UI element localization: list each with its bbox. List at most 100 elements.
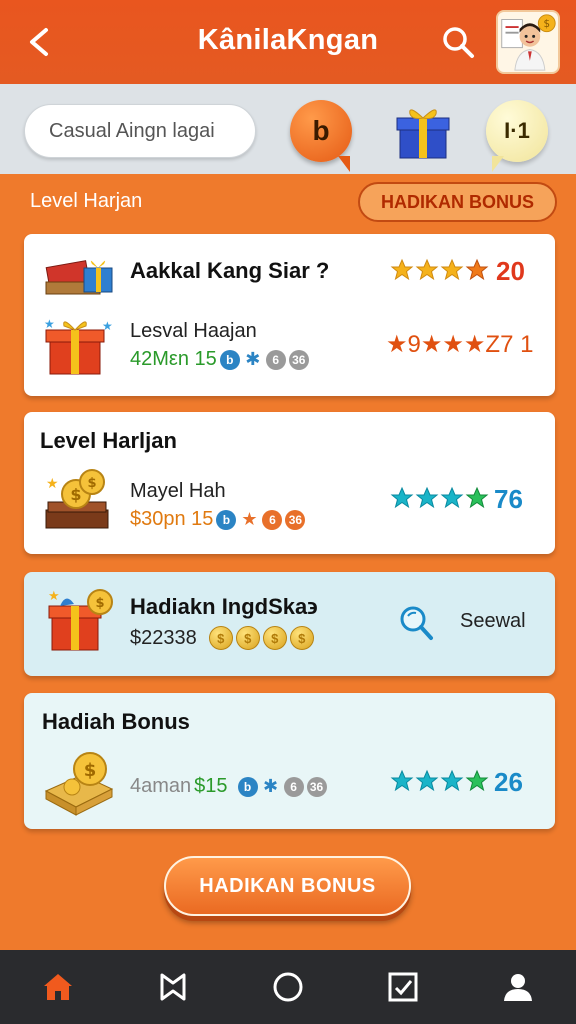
card1-subtitle: Lesval Haajan <box>130 320 257 342</box>
star-badge-icon: ✱ <box>262 776 279 796</box>
nav-tasks[interactable] <box>373 957 433 1017</box>
search-icon[interactable] <box>398 604 434 642</box>
card3-title: Hadiakn IngdSka϶ <box>130 594 318 619</box>
star-icon <box>415 486 439 509</box>
coin-stack-icon: $ <box>44 752 114 816</box>
search-icon <box>443 27 474 58</box>
gift-icon: ★ ★ <box>44 317 113 375</box>
six-badge-icon: 6 <box>262 509 283 530</box>
cta-label: HADIKAN BONUS <box>199 874 376 897</box>
card1-stars <box>390 258 489 282</box>
star-icon <box>415 258 439 281</box>
app-title: KânilaKngan <box>197 24 379 56</box>
search-button[interactable] <box>440 24 476 60</box>
reward-card-2[interactable]: Level Harljan $ $ ★ Mayel Hah $30pn 15 b… <box>24 412 555 554</box>
reward-card-3[interactable]: $ ★ Hadiakn IngdSka϶ $22338 $ $ $ $ Seew… <box>24 572 555 676</box>
user-avatar[interactable]: $ <box>496 10 560 74</box>
card2-detail: $30pn 15 <box>130 508 214 530</box>
star-icon <box>465 486 489 509</box>
reward-card-4[interactable]: Hadiah Bonus $ 4aman $15 b ✱ 6 36 26 <box>24 693 555 829</box>
coin-icon: $ <box>235 626 260 650</box>
b-badge-icon: b <box>237 776 258 797</box>
app-header: KânilaKngan $ <box>0 0 576 84</box>
gift-coins-icon: $ ★ <box>48 589 113 651</box>
card4-score: 26 <box>494 767 523 797</box>
svg-text:$: $ <box>95 596 104 611</box>
card2-detail-row: $30pn 15 b ★ 6 36 <box>130 508 306 531</box>
nav-home[interactable] <box>28 957 88 1017</box>
gift-box-icon <box>45 260 113 295</box>
nav-profile[interactable] <box>488 957 548 1017</box>
card4-title: Hadiah Bonus <box>42 709 190 734</box>
user-avatar-icon: $ <box>501 14 556 71</box>
six-badge-icon: 6 <box>283 776 304 797</box>
b-badge-icon: b <box>219 349 240 370</box>
card2-subtitle: Mayel Hah <box>130 480 226 502</box>
card1-title: Aakkal Kang Siar ? <box>130 258 330 283</box>
bubble-level-label: I·1 <box>504 118 530 143</box>
hadikan-bonus-pill[interactable]: HADIKAN BONUS <box>358 182 557 222</box>
bottom-nav <box>0 950 576 1024</box>
card1-detail: 42Mεn 15 <box>130 348 217 370</box>
section-label: Level Harjan <box>30 190 143 212</box>
hadikan-bonus-button[interactable]: HADIKAN BONUS <box>164 856 411 916</box>
star-badge-icon: ✱ <box>245 349 261 369</box>
star-icon <box>440 258 464 281</box>
coin-chest-icon: $ $ ★ <box>45 469 109 529</box>
gift-icon <box>396 109 450 159</box>
svg-text:★: ★ <box>102 319 113 333</box>
card1-score: 20 <box>496 256 525 286</box>
profile-icon <box>504 974 533 1001</box>
bookmark-icon <box>160 973 186 1001</box>
svg-text:★: ★ <box>44 317 55 331</box>
coin-icon: $ <box>208 626 233 650</box>
number-badge-icon: 36 <box>288 349 309 370</box>
card2-score: 76 <box>494 484 523 514</box>
card4-stars <box>390 769 489 793</box>
svg-text:$: $ <box>70 485 81 504</box>
card2-title: Level Harljan <box>40 428 177 453</box>
nav-center[interactable] <box>258 957 318 1017</box>
svg-text:$: $ <box>543 18 550 30</box>
number-badge-icon: 36 <box>306 776 327 797</box>
svg-text:$: $ <box>87 476 96 491</box>
svg-text:$: $ <box>84 760 97 781</box>
svg-text:★: ★ <box>46 476 59 492</box>
home-icon <box>43 974 72 1000</box>
star-icon <box>390 486 414 509</box>
bonus-pill-label: HADIKAN BONUS <box>381 191 534 212</box>
chat-bubble-level[interactable]: I·1 <box>486 100 548 172</box>
six-badge-icon: 6 <box>265 349 286 370</box>
star-icon <box>415 769 439 792</box>
coin-icon: $ <box>262 626 287 650</box>
star-icon <box>440 486 464 509</box>
star-icon <box>440 769 464 792</box>
search-input[interactable]: Casual Aingn lagai <box>24 104 256 158</box>
gift-button[interactable] <box>394 102 452 160</box>
star-icon <box>465 258 489 281</box>
nav-bookmark[interactable] <box>143 957 203 1017</box>
reward-card-1[interactable]: Aakkal Kang Siar ? 20 ★ ★ Lesval Haajan … <box>24 234 555 396</box>
card3-amount-row: $22338 $ $ $ $ <box>130 626 314 650</box>
search-placeholder: Casual Aingn lagai <box>49 119 215 142</box>
card1-detail-row: 42Mεn 15 b ✱ 6 36 <box>130 348 309 371</box>
bubble-b-label: b <box>312 115 330 146</box>
card1-score2: ★9★★★Z7 1 <box>386 331 534 358</box>
card2-stars <box>390 486 489 510</box>
card4-detail-gray: 4aman <box>130 775 192 797</box>
circle-icon <box>273 972 303 1002</box>
svg-text:★: ★ <box>48 589 60 604</box>
star-badge-icon: ★ <box>241 509 258 529</box>
star-icon <box>390 258 414 281</box>
star-icon <box>465 769 489 792</box>
card3-amount: $22338 <box>130 626 197 649</box>
chat-bubble-b[interactable]: b <box>290 100 352 172</box>
number-badge-icon: 36 <box>285 509 306 530</box>
b-badge-icon: b <box>216 509 237 530</box>
star-icon <box>390 769 414 792</box>
card4-detail-row: 4aman $15 b ✱ 6 36 <box>130 775 327 798</box>
checklist-icon <box>388 972 418 1002</box>
card3-action[interactable]: Seewal <box>460 610 526 633</box>
card4-detail-green: $15 <box>194 775 228 797</box>
coin-icon: $ <box>289 626 314 650</box>
